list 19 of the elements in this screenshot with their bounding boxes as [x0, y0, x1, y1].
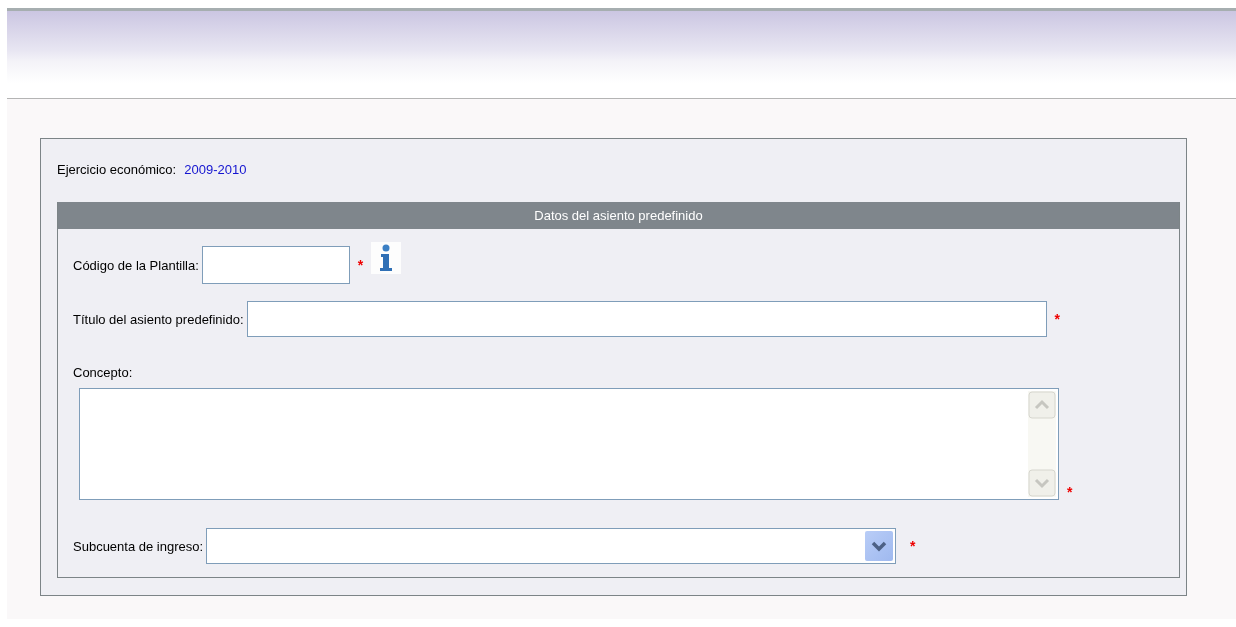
text-area[interactable]	[79, 388, 1059, 500]
info-icon[interactable]	[371, 242, 402, 274]
scroll-down-icon[interactable]	[1028, 469, 1056, 497]
field-label: Código de la Plantilla:	[73, 257, 199, 273]
text-field[interactable]	[201, 246, 350, 284]
field-label: Título del asiento predefinido:	[73, 311, 244, 327]
required-mark: *	[1054, 311, 1060, 327]
dropdown-field[interactable]	[206, 528, 897, 564]
fiscal-year-label: Ejercicio económico:	[57, 162, 177, 177]
section-title: Datos del asiento predefinido	[58, 202, 1179, 229]
required-mark: *	[357, 257, 364, 273]
fiscal-year-value: 2009-2010	[184, 162, 247, 177]
required-mark: *	[910, 538, 916, 554]
scroll-up-icon[interactable]	[1028, 391, 1056, 419]
required-mark: *	[1067, 484, 1073, 500]
field-label: Subcuenta de ingreso:	[73, 538, 204, 554]
text-field[interactable]	[246, 301, 1047, 337]
chevron-down-icon[interactable]	[865, 531, 894, 561]
field-label: Concepto:	[73, 365, 133, 380]
